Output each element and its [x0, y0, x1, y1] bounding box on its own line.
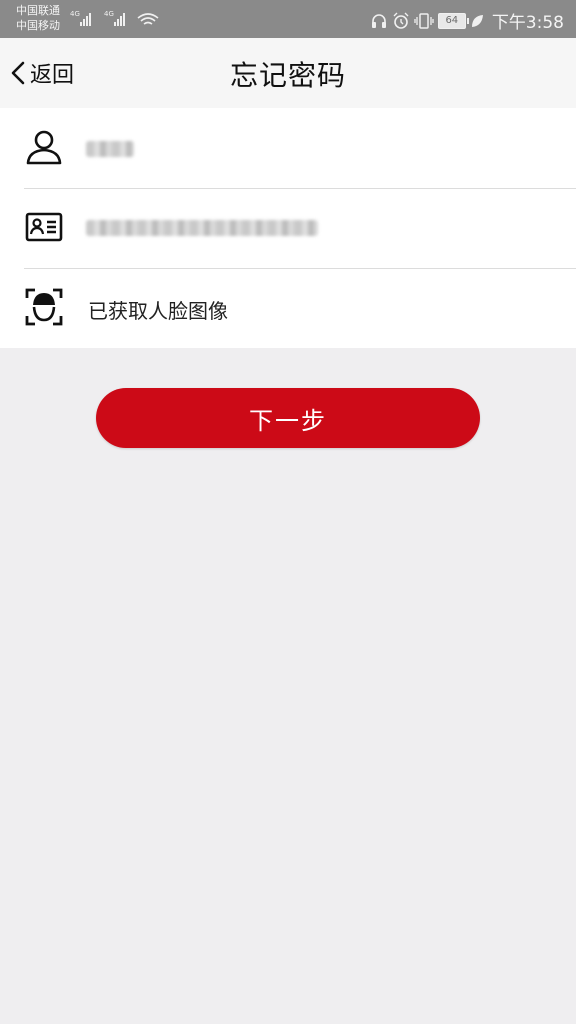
leaf-icon [471, 14, 483, 27]
next-step-button[interactable]: 下一步 [96, 388, 480, 448]
status-right: 64 下午3:58 [370, 8, 564, 33]
status-bar: 中国联通 中国移动 4G 4G 64 下午3:58 [0, 0, 576, 38]
face-image-row[interactable]: 已获取人脸图像 [0, 268, 576, 348]
username-row[interactable] [0, 108, 576, 188]
signal-indicators: 4G 4G [68, 8, 164, 34]
network-2-label: 4G [104, 10, 114, 18]
id-card-icon [25, 212, 63, 242]
form-list: 已获取人脸图像 [0, 108, 576, 348]
alarm-icon [393, 12, 409, 29]
face-image-status: 已获取人脸图像 [88, 299, 228, 323]
page-title: 忘记密码 [229, 59, 346, 92]
user-icon [26, 130, 62, 165]
username-value-blurred[interactable] [86, 141, 134, 157]
status-time: 下午3:58 [491, 13, 564, 33]
face-scan-icon [25, 288, 63, 326]
carrier-info: 中国联通 中国移动 [16, 3, 60, 33]
navigation-bar: 返回 忘记密码 [0, 38, 576, 108]
signal-icon: 4G 4G [70, 10, 159, 26]
carrier-1: 中国联通 [16, 4, 60, 17]
network-1-label: 4G [70, 10, 80, 18]
headphones-icon [371, 13, 386, 28]
id-number-row[interactable] [0, 188, 576, 268]
carrier-2: 中国移动 [16, 19, 60, 32]
battery-icon: 64 [437, 12, 469, 29]
id-number-value-blurred[interactable] [86, 220, 318, 236]
vibrate-icon [414, 12, 434, 29]
